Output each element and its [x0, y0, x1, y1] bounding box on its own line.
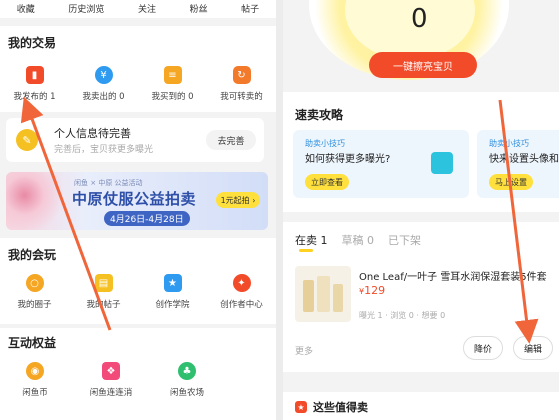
rights-section-title: 互动权益 [8, 336, 57, 350]
tip-card-exposure[interactable]: 助卖小技巧 如何获得更多曝光? 立即查看 [293, 130, 469, 198]
trade-section-title: 我的交易 [8, 36, 57, 50]
xianyu-coin-item[interactable]: ◉ 闲鱼币 [4, 362, 66, 398]
post-icon: ▤ [94, 274, 113, 292]
view-now-button[interactable]: 立即查看 [305, 174, 349, 190]
tip-head: 助卖小技巧 [305, 139, 345, 148]
my-published-item[interactable]: ▮ 我发布的 1 [4, 66, 66, 102]
play-section-title: 我的会玩 [8, 248, 57, 262]
tab-delisted[interactable]: 已下架 [388, 232, 421, 248]
play-icon-row: ○ 我的圈子 ▤ 我的帖子 ★ 创作学院 ✦ 创作者中心 [0, 274, 276, 310]
more-link[interactable]: 更多 [295, 344, 313, 357]
rights-icon-row: ◉ 闲鱼币 ❖ 闲鱼连连消 ♣ 闲鱼农场 [0, 362, 276, 398]
creator-academy-item[interactable]: ★ 创作学院 [142, 274, 204, 310]
complete-profile-button[interactable]: 去完善 [206, 130, 256, 150]
my-sold-label: 我卖出的 0 [82, 92, 125, 102]
match-game-label: 闲鱼连连消 [89, 388, 133, 398]
reduce-price-button[interactable]: 降价 [463, 336, 503, 360]
price-value: 129 [364, 284, 386, 297]
tab-on-sale[interactable]: 在卖 1 [295, 232, 328, 252]
creator-center-item[interactable]: ✦ 创作者中心 [211, 274, 273, 310]
yen-icon: ¥ [94, 66, 113, 84]
profile-topnav: 收藏 历史浏览 关注 粉丝 帖子 [0, 0, 276, 18]
creator-center-label: 创作者中心 [220, 300, 263, 310]
trade-icon-row: ▮ 我发布的 1 ¥ 我卖出的 0 ≡ 我买到的 0 ↻ 我可转卖的 [0, 66, 276, 102]
banner-illustration [6, 172, 68, 230]
charity-auction-banner[interactable]: 闲鱼 × 中原 公益活动 中原仗服公益拍卖 4月26日-4月28日 1元起拍 › [6, 172, 268, 230]
tip-question: 如何获得更多曝光? [305, 154, 391, 165]
item-title[interactable]: One Leaf/一叶子 雪耳水润保湿套装5件套 [359, 268, 547, 283]
my-posts-label: 我的帖子 [86, 300, 121, 310]
banner-subtitle: 闲鱼 × 中原 公益活动 [74, 179, 143, 187]
nav-favorites[interactable]: 收藏 [17, 2, 35, 18]
star-icon: ★ [163, 274, 182, 292]
tip-question: 快来设置头像和 [489, 154, 559, 165]
circle-icon: ○ [25, 274, 44, 292]
set-now-button[interactable]: 马上设置 [489, 174, 533, 190]
item-stats: 曝光 1 · 浏览 0 · 想要 0 [359, 311, 446, 320]
my-published-label: 我发布的 1 [13, 92, 56, 102]
banner-bid-button[interactable]: 1元起拍 › [216, 192, 260, 208]
polish-items-button[interactable]: 一键擦亮宝贝 [369, 52, 477, 78]
profile-incomplete-subtitle: 完善后，宝贝获更多曝光 [54, 145, 154, 155]
listing-tabs: 在卖 1 草稿 0 已下架 [295, 232, 421, 252]
farm-item[interactable]: ♣ 闲鱼农场 [156, 362, 218, 398]
nav-following[interactable]: 关注 [138, 2, 156, 18]
my-posts-item[interactable]: ▤ 我的帖子 [73, 274, 135, 310]
profile-incomplete-title: 个人信息待完善 [54, 127, 131, 140]
my-bought-item[interactable]: ≡ 我买到的 0 [142, 66, 204, 102]
my-circles-item[interactable]: ○ 我的圈子 [4, 274, 66, 310]
nav-fans[interactable]: 粉丝 [190, 2, 208, 18]
edit-button[interactable]: 编辑 [513, 336, 553, 360]
shopping-bag-icon: ▮ [25, 66, 44, 84]
my-circles-label: 我的圈子 [17, 300, 52, 310]
item-price: ¥129 [359, 284, 385, 297]
xianyu-coin-label: 闲鱼币 [22, 388, 48, 398]
banner-date: 4月26日-4月28日 [104, 211, 190, 226]
left-panel: 收藏 历史浏览 关注 粉丝 帖子 我的交易 ▮ 我发布的 1 ¥ 我卖出的 0 … [0, 0, 276, 420]
receipt-icon: ≡ [163, 66, 182, 84]
farm-label: 闲鱼农场 [169, 388, 204, 398]
recommend-icon: ★ [295, 401, 307, 413]
tab-drafts[interactable]: 草稿 0 [342, 232, 375, 248]
resell-icon: ↻ [232, 66, 251, 84]
coin-icon: ◉ [26, 362, 44, 380]
nav-posts[interactable]: 帖子 [241, 2, 259, 18]
my-bought-label: 我买到的 0 [151, 92, 194, 102]
match-game-item[interactable]: ❖ 闲鱼连连消 [80, 362, 142, 398]
tip-head: 助卖小技巧 [489, 139, 529, 148]
game-icon: ❖ [102, 362, 120, 380]
my-sold-item[interactable]: ¥ 我卖出的 0 [73, 66, 135, 102]
item-thumbnail[interactable] [295, 266, 351, 322]
banner-title: 中原仗服公益拍卖 [72, 190, 197, 208]
farm-icon: ♣ [178, 362, 196, 380]
exposure-value: 0 [411, 4, 428, 34]
bulb-icon: ✦ [232, 274, 251, 292]
my-resell-item[interactable]: ↻ 我可转卖的 [211, 66, 273, 102]
profile-incomplete-card[interactable]: ✎ 个人信息待完善 完善后，宝贝获更多曝光 去完善 [6, 118, 264, 162]
pencil-icon: ✎ [16, 129, 38, 151]
right-panel: 0 一键擦亮宝贝 速卖攻略 助卖小技巧 如何获得更多曝光? 立即查看 助卖小技巧… [283, 0, 559, 420]
my-resell-label: 我可转卖的 [220, 92, 263, 102]
nav-history[interactable]: 历史浏览 [68, 2, 104, 18]
worth-selling-title: 这些值得卖 [313, 401, 368, 414]
sell-guide-title: 速卖攻略 [295, 108, 344, 122]
tip-card-avatar[interactable]: 助卖小技巧 快来设置头像和 马上设置 [477, 130, 559, 198]
creator-academy-label: 创作学院 [155, 300, 190, 310]
chat-bubble-icon [431, 152, 453, 174]
